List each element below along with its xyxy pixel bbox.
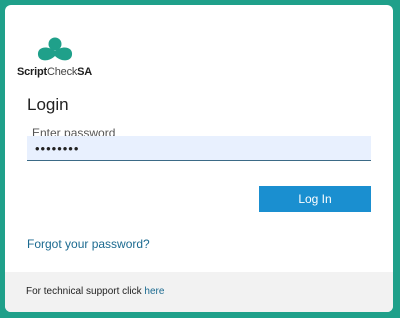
login-panel: ScriptCheckSA Login Enter password Log I…: [5, 5, 393, 312]
footer: For technical support click here: [5, 272, 393, 312]
page-title: Login: [27, 95, 69, 114]
support-notice: For technical support click here: [26, 286, 164, 297]
login-button[interactable]: Log In: [259, 186, 371, 212]
brand-name: ScriptCheckSA: [17, 66, 92, 78]
brand-name-part2: Check: [46, 66, 78, 78]
brand-name-part3: SA: [77, 66, 93, 78]
brand-name-part1: Script: [17, 66, 47, 78]
support-link[interactable]: here: [144, 286, 164, 297]
forgot-password-link[interactable]: Forgot your password?: [27, 237, 150, 251]
scriptcheck-logo-icon: [37, 37, 73, 61]
support-text: For technical support click: [26, 286, 145, 297]
password-field[interactable]: [27, 136, 371, 161]
brand-logo: ScriptCheckSA: [17, 37, 97, 81]
